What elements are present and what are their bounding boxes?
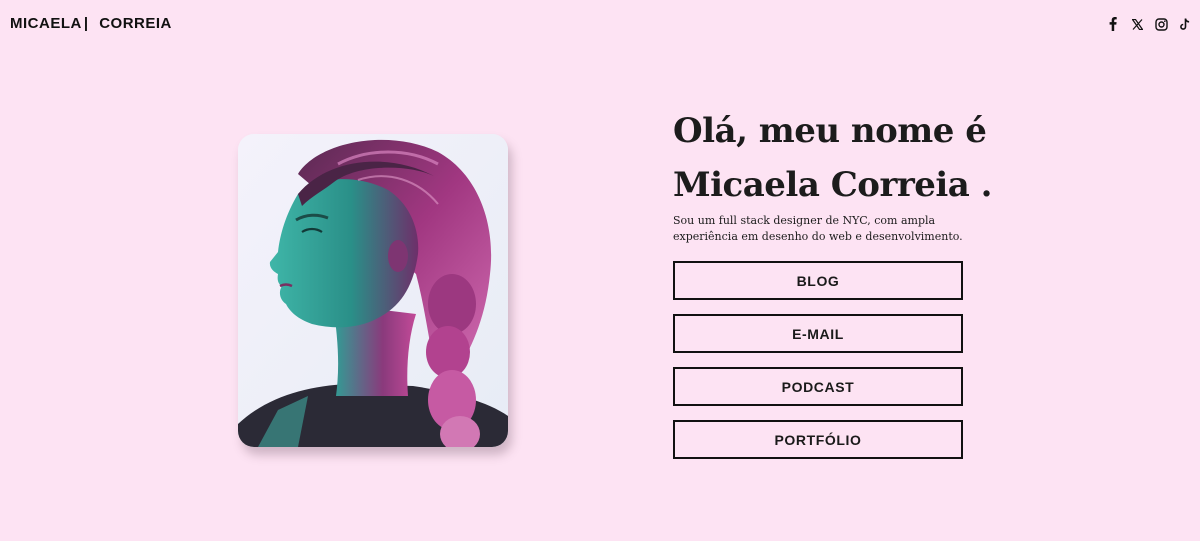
headline-line-2: Micaela Correia . xyxy=(673,165,993,205)
site-logo[interactable]: MICAELA | CORREIA xyxy=(10,15,172,32)
social-links xyxy=(1106,16,1192,32)
email-button[interactable]: E-MAIL xyxy=(673,314,963,353)
brand-last-name: CORREIA xyxy=(99,15,172,32)
hero-bio: Sou um full stack designer de NYC, com a… xyxy=(673,214,963,243)
podcast-button[interactable]: PODCAST xyxy=(673,367,963,406)
headline-line-1: Olá, meu nome é xyxy=(673,111,987,151)
instagram-icon[interactable] xyxy=(1154,16,1168,32)
blog-button[interactable]: BLOG xyxy=(673,261,963,300)
hero-headline: Olá, meu nome é Micaela Correia . xyxy=(673,104,993,212)
portfolio-button[interactable]: PORTFÓLIO xyxy=(673,420,963,459)
brand-first-name: MICAELA xyxy=(10,15,82,32)
brand-separator: | xyxy=(83,15,89,32)
profile-photo xyxy=(238,134,508,447)
tiktok-icon[interactable] xyxy=(1178,16,1192,32)
facebook-icon[interactable] xyxy=(1106,16,1120,32)
x-icon[interactable] xyxy=(1130,16,1144,32)
